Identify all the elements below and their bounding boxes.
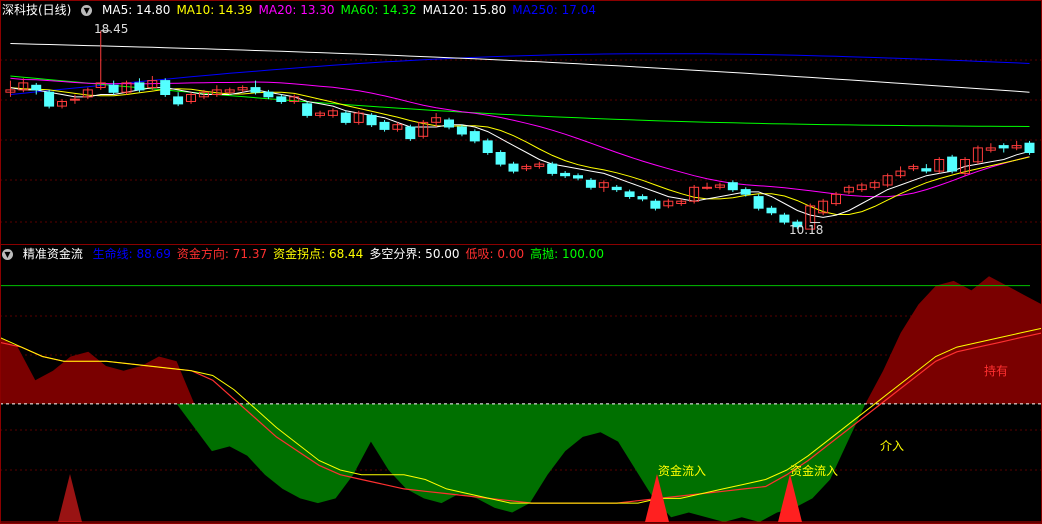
indicator-label-2: 资金拐点: 68.44	[273, 247, 364, 261]
ma-label-4: MA120: 15.80	[422, 3, 507, 17]
indicator-label-0: 生命线: 88.69	[92, 247, 171, 261]
ma-label-1: MA10: 14.39	[176, 3, 253, 17]
ma-label-0: MA5: 14.80	[102, 3, 171, 17]
ma-label-3: MA60: 14.32	[340, 3, 417, 17]
main-pane-header: 深科技(日线) ▼ MA5: 14.80 MA10: 14.39 MA20: 13.…	[2, 2, 608, 18]
indicator-legend: 生命线: 88.69 资金方向: 71.37 资金拐点: 68.44 多空分界: 50…	[93, 247, 610, 261]
signal-label-2: 资金流入	[790, 464, 839, 478]
collapse-arrow-icon[interactable]: ▼	[2, 249, 13, 260]
signal-label-1: 资金流入	[658, 464, 707, 478]
indicator-label-3: 多空分界: 50.00	[369, 247, 460, 261]
collapse-arrow-icon[interactable]: ▼	[81, 5, 93, 16]
indicator-label-5: 高抛: 100.00	[530, 247, 604, 261]
main-title: 深科技(日线)	[2, 3, 72, 17]
low-price-label: 10.18	[789, 223, 824, 237]
indicator-label-1: 资金方向: 71.37	[176, 247, 268, 261]
sub-title: 精准资金流	[22, 247, 83, 261]
sub-pane-border	[0, 244, 1042, 524]
sub-pane-header: ▼ 精准资金流 生命线: 88.69 资金方向: 71.37 资金拐点: 68.44…	[2, 246, 616, 262]
high-price-label: 18.45	[94, 22, 129, 36]
ma-label-5: MA250: 17.04	[512, 3, 596, 17]
indicator-label-4: 低吸: 0.00	[465, 247, 525, 261]
ma-legend: MA5: 14.80 MA10: 14.39 MA20: 13.30 MA60: 14…	[102, 3, 602, 17]
hold-label: 持有	[984, 364, 1009, 378]
ma-label-2: MA20: 13.30	[258, 3, 335, 17]
main-pane-border	[0, 0, 1042, 245]
buy-label: 介入	[880, 439, 905, 453]
